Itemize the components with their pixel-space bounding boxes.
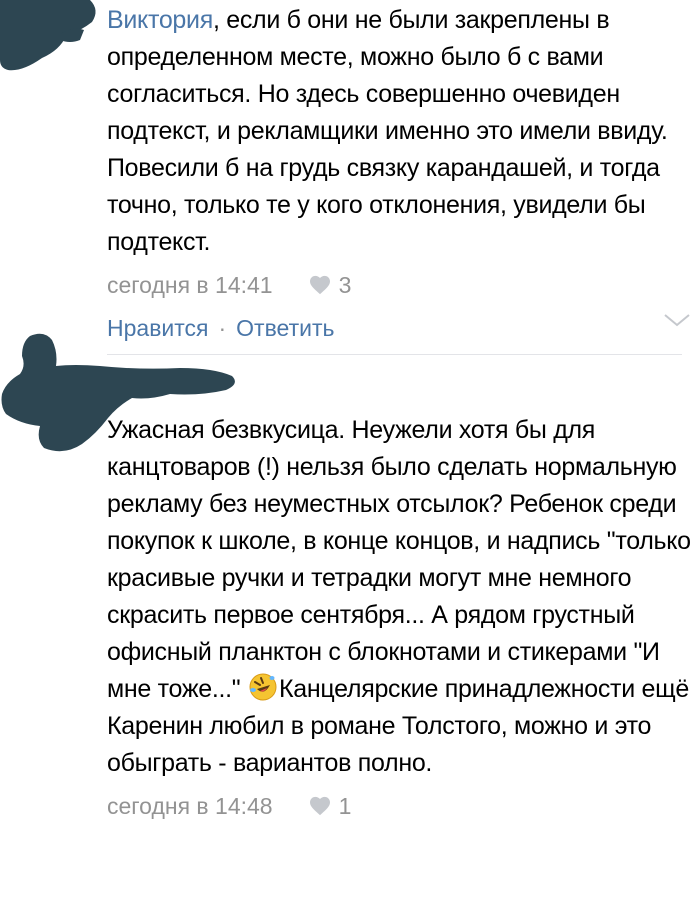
heart-icon: [309, 796, 330, 816]
rolling-on-floor-laughing-emoji: [249, 673, 277, 701]
heart-icon: [309, 275, 330, 295]
comment-1-body: Виктория, если б они не были закреплены …: [107, 2, 692, 261]
comment-1-time[interactable]: сегодня в 14:41: [107, 272, 273, 299]
comment-2: Ужасная безвкусица. Неужели хотя бы для …: [107, 412, 692, 826]
comment-1-like-count[interactable]: 3: [309, 271, 352, 299]
comment-2-like-count[interactable]: 1: [309, 792, 352, 820]
comment-2-time[interactable]: сегодня в 14:48: [107, 793, 273, 820]
comment-1-text: , если б они не были закреплены в опреде…: [107, 6, 668, 256]
comment-1-likes-value: 3: [338, 271, 352, 298]
comment-1: Виктория, если б они не были закреплены …: [107, 2, 692, 349]
chevron-down-icon[interactable]: [662, 310, 692, 330]
reply-button[interactable]: Ответить: [236, 315, 334, 342]
comments-page: Виктория, если б они не были закреплены …: [0, 0, 700, 910]
comment-2-likes-value: 1: [338, 792, 352, 819]
redacted-avatar-1: [0, 0, 96, 71]
reply-author-link[interactable]: Виктория: [107, 6, 213, 34]
comment-2-text-start: Ужасная безвкусица. Неужели хотя бы для …: [107, 416, 691, 703]
comment-2-body: Ужасная безвкусица. Неужели хотя бы для …: [107, 412, 692, 782]
comment-1-meta: сегодня в 14:41 3: [107, 265, 692, 305]
comment-2-meta: сегодня в 14:48 1: [107, 786, 692, 826]
